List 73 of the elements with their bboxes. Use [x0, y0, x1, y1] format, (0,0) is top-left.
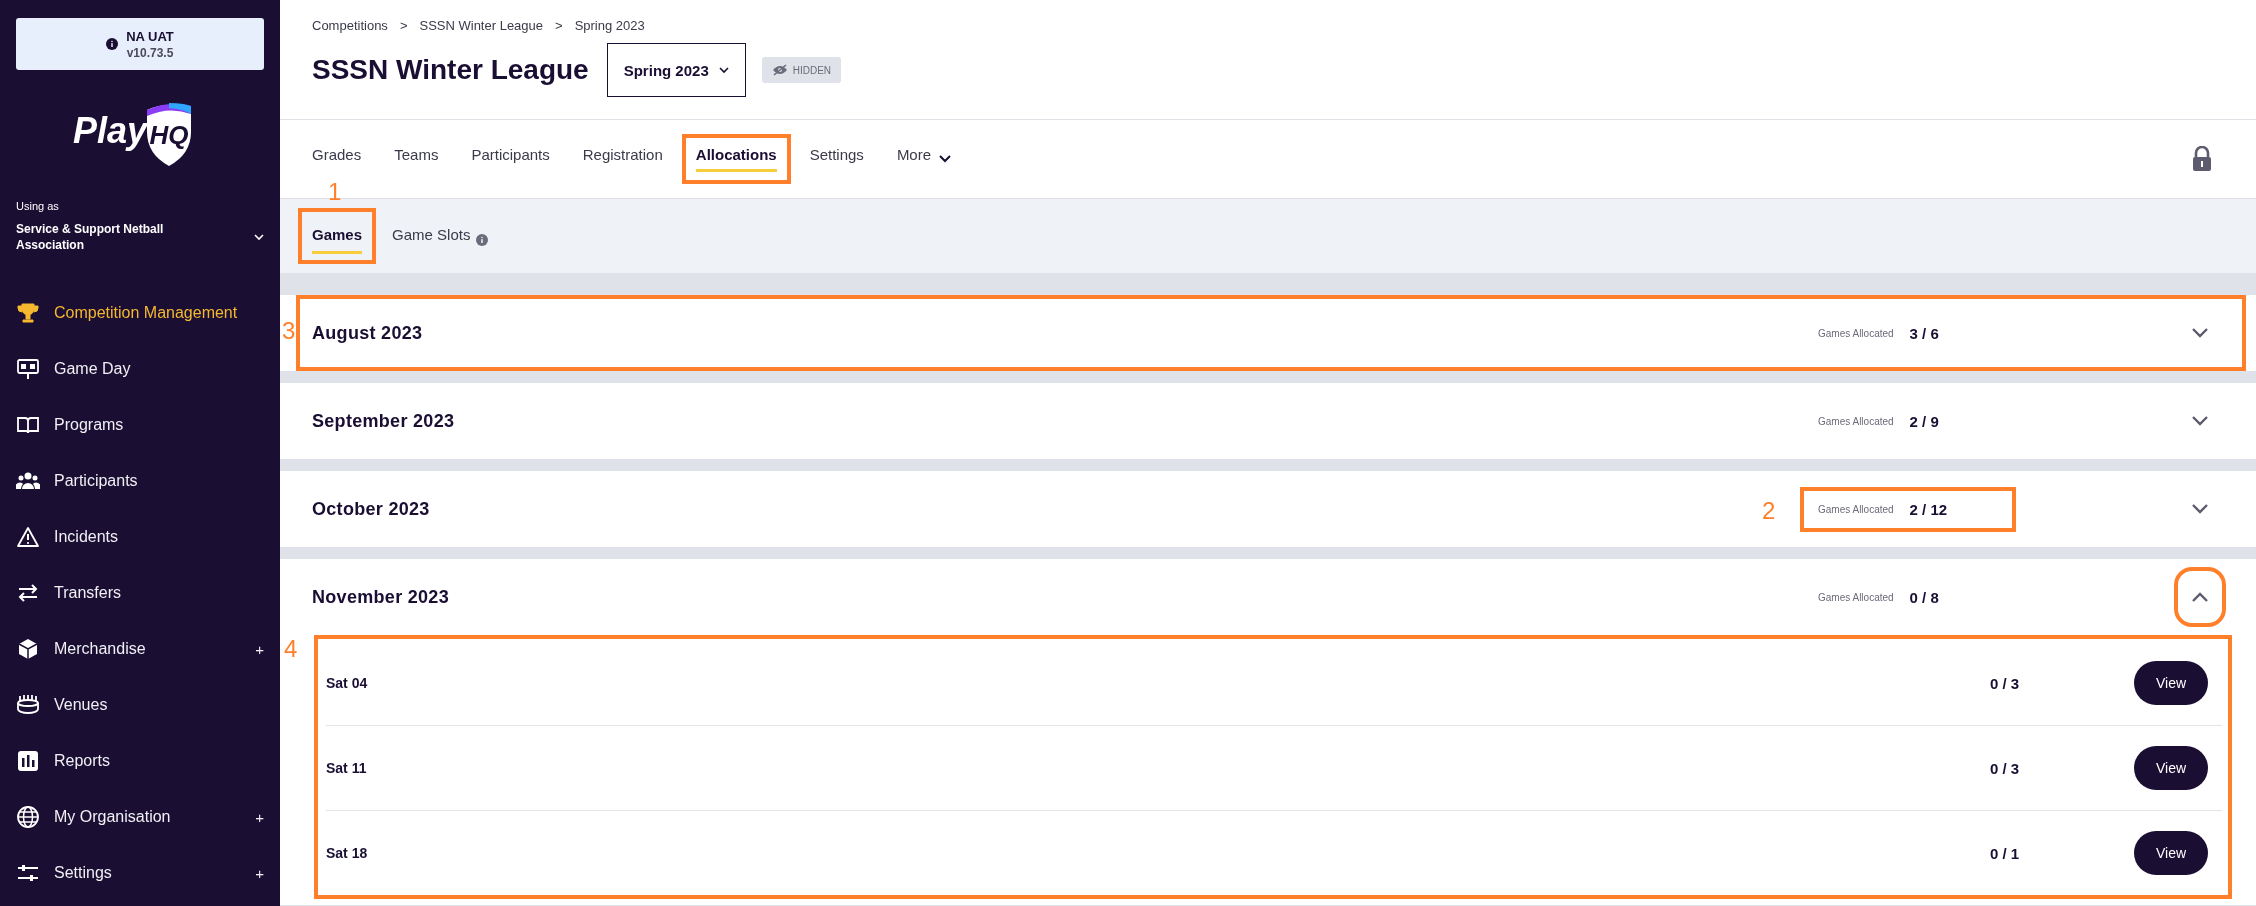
environment-name: NA UAT [126, 28, 174, 44]
games-allocated-label: Games Allocated [1818, 415, 1894, 427]
using-as-label: Using as [16, 200, 60, 212]
breadcrumb-separator: > [555, 18, 563, 33]
nav-item[interactable]: Game Day [0, 341, 280, 398]
day-label: Sat 11 [326, 760, 368, 776]
nav-item[interactable]: Settings + [0, 845, 280, 902]
chevron-down-icon [718, 66, 729, 74]
nav-item[interactable]: Programs [0, 397, 280, 454]
nav-item[interactable]: My Organisation + [0, 789, 280, 846]
tab[interactable]: Participants [461, 138, 560, 180]
nav-item[interactable]: Venues [0, 677, 280, 734]
bar-chart-icon [16, 749, 40, 774]
tab[interactable]: Grades [302, 138, 372, 180]
month-title: September 2023 [312, 410, 455, 432]
nav-item[interactable]: Participants [0, 453, 280, 510]
month-title: August 2023 [312, 322, 423, 344]
games-allocated-count: 0 / 8 [1909, 588, 1939, 606]
breadcrumb-link[interactable]: Competitions [312, 18, 388, 33]
month-title: November 2023 [312, 586, 449, 608]
tab[interactable]: Settings [799, 138, 874, 180]
day-allocated-count: 0 / 3 [1990, 674, 2021, 692]
visibility-badge: HIDDEN [761, 57, 842, 83]
eye-slash-icon [771, 64, 788, 76]
nav-item[interactable]: Transfers [0, 565, 280, 622]
games-allocated-count: 3 / 6 [1909, 324, 1939, 342]
box-icon [16, 637, 40, 662]
sub-tab[interactable]: Game Slots [382, 212, 499, 260]
warning-icon [16, 525, 40, 550]
scoreboard-icon [16, 357, 40, 382]
lock-icon[interactable] [2192, 146, 2212, 172]
info-icon [106, 38, 119, 50]
day-allocated-count: 0 / 1 [1990, 844, 2021, 862]
tab[interactable]: Teams [384, 138, 449, 180]
nav-item[interactable]: Competition Management [0, 285, 280, 342]
chevron-down-icon [2192, 328, 2208, 338]
breadcrumb-link[interactable]: SSSN Winter League [419, 18, 544, 33]
nav-item[interactable]: Reports [0, 733, 280, 790]
globe-icon [16, 805, 40, 830]
nav-item[interactable]: Merchandise + [0, 621, 280, 678]
trophy-icon [16, 301, 40, 326]
games-allocated-count: 2 / 9 [1909, 412, 1939, 430]
breadcrumb-separator: > [399, 18, 408, 33]
view-button[interactable]: View [2134, 661, 2208, 705]
games-allocated-label: Games Allocated [1818, 591, 1894, 603]
organisation-selector[interactable]: Service & Support Netball Association [16, 222, 264, 254]
day-allocated-count: 0 / 3 [1990, 759, 2021, 777]
chevron-up-icon [2192, 592, 2208, 602]
tab[interactable]: More [886, 138, 962, 180]
games-allocated-count: 2 / 12 [1909, 500, 1948, 518]
breadcrumb-link[interactable]: Spring 2023 [574, 18, 645, 33]
month-title: October 2023 [312, 498, 430, 520]
tab[interactable]: Registration [572, 138, 673, 180]
chevron-down-icon [2192, 504, 2208, 514]
view-button[interactable]: View [2134, 746, 2208, 790]
chevron-down-icon [254, 234, 264, 242]
games-allocated-label: Games Allocated [1818, 327, 1894, 339]
expand-toggle[interactable] [2174, 567, 2226, 627]
version-text: v10.73.5 [126, 45, 174, 60]
chevron-down-icon [2192, 416, 2208, 426]
callout-number: 1 [328, 180, 342, 204]
games-allocated-label: Games Allocated [1818, 503, 1894, 515]
view-button[interactable]: View [2134, 831, 2208, 875]
callout-number: 4 [284, 637, 298, 661]
page-title: SSSN Winter League [312, 54, 589, 86]
day-label: Sat 04 [326, 675, 369, 691]
nav-item[interactable]: Incidents [0, 509, 280, 566]
day-label: Sat 18 [326, 845, 369, 861]
callout-number: 3 [282, 319, 296, 343]
info-icon [476, 234, 489, 246]
logo[interactable]: PlayHQ [72, 102, 196, 168]
callout-number: 2 [1762, 498, 1776, 523]
season-dropdown[interactable]: Spring 2023 [606, 43, 746, 97]
